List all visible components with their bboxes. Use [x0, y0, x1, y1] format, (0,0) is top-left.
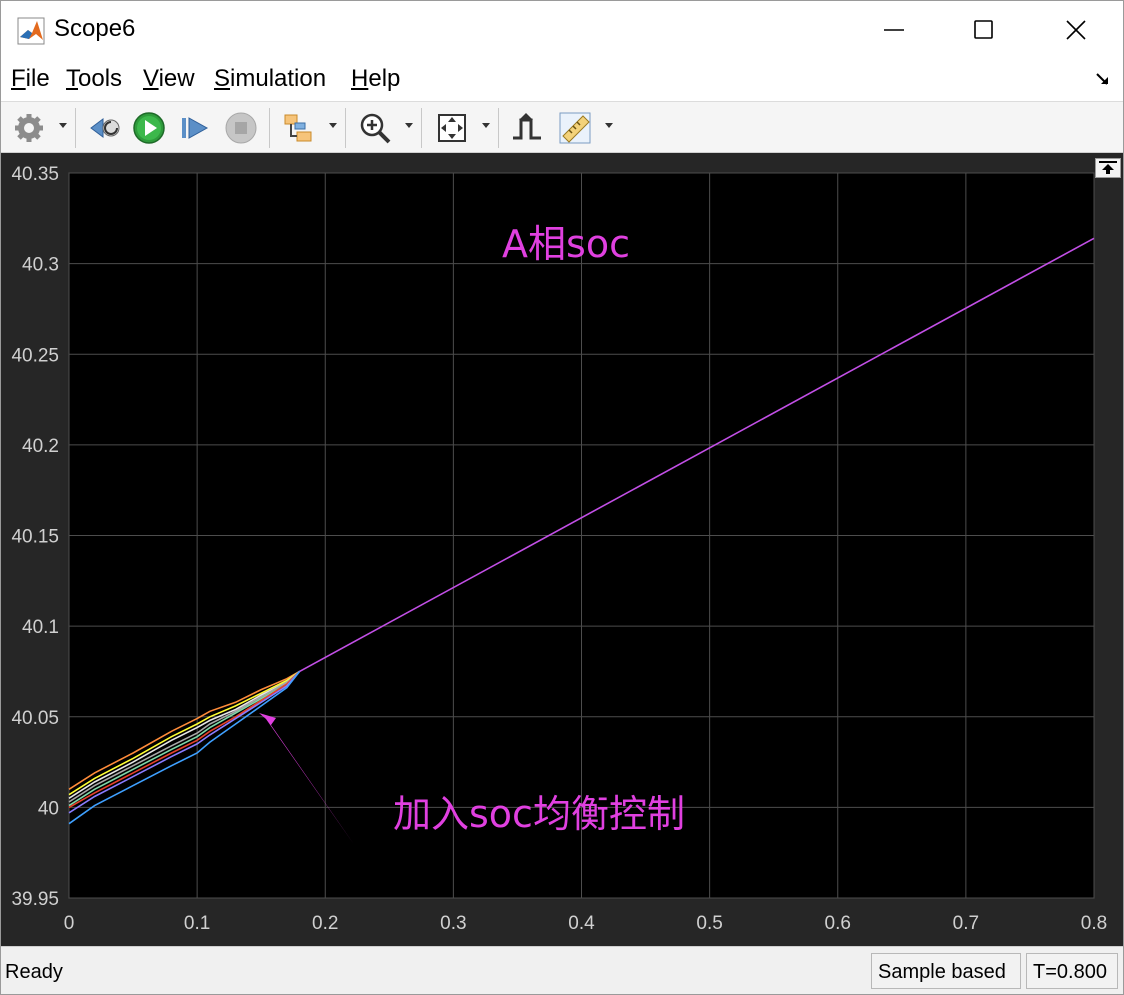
run-button[interactable]: [131, 110, 167, 146]
x-tick-label: 0.2: [312, 913, 338, 934]
step-forward-button[interactable]: [177, 110, 213, 146]
signal-tracing-icon: [284, 114, 312, 142]
x-tick-label: 0.4: [568, 913, 595, 934]
title-bar: Scope6: [1, 1, 1123, 59]
x-tick-label: 0.6: [825, 913, 851, 934]
y-tick-labels: 39.95 40 40.05 40.1 40.15 40.2 40.25 40.3 40.35: [11, 164, 59, 910]
status-text: Ready: [5, 961, 63, 983]
window-title: Scope6: [54, 15, 136, 42]
triggers-icon: [513, 113, 541, 140]
gear-icon: [15, 114, 43, 142]
step-forward-icon: [182, 117, 209, 139]
triggers-button[interactable]: [509, 110, 545, 146]
chevron-down-icon[interactable]: [328, 120, 338, 130]
chevron-down-icon[interactable]: [604, 120, 614, 130]
zoom-in-icon: [360, 113, 391, 144]
autoscale-icon: [438, 114, 466, 142]
x-tick-label: 0: [64, 913, 75, 934]
y-tick-label: 40: [38, 798, 59, 819]
undock-icon: [1099, 161, 1117, 174]
measurements-icon: [559, 112, 591, 144]
x-tick-label: 0.3: [440, 913, 466, 934]
run-icon: [133, 112, 165, 144]
annotation-callout: 加入soc均衡控制: [393, 792, 685, 836]
configuration-button[interactable]: [11, 110, 47, 146]
chevron-down-icon[interactable]: [481, 120, 491, 130]
y-tick-label: 39.95: [11, 889, 59, 910]
y-tick-label: 40.2: [22, 436, 59, 457]
menu-file[interactable]: File: [11, 65, 50, 93]
step-back-icon: [90, 118, 120, 138]
toolbar: [1, 101, 1123, 153]
y-tick-label: 40.25: [11, 345, 59, 366]
menu-help[interactable]: Help: [351, 65, 400, 93]
scope-display: 0 0.1 0.2 0.3 0.4 0.5 0.6 0.7 0.8 39.95 40 40.05 40…: [1, 153, 1123, 946]
minimize-button[interactable]: [849, 1, 939, 59]
signal-tracing-button[interactable]: [281, 110, 317, 146]
toolbar-separator: [498, 108, 499, 148]
y-tick-label: 40.05: [11, 708, 59, 729]
minimize-icon: [884, 29, 904, 31]
x-tick-label: 0.7: [953, 913, 979, 934]
menu-simulation[interactable]: Simulation: [214, 65, 326, 93]
toolbar-separator: [75, 108, 76, 148]
sim-time-indicator: T=0.800: [1026, 953, 1118, 989]
chevron-down-icon[interactable]: [58, 120, 68, 130]
dock-arrow-icon[interactable]: [1095, 71, 1111, 87]
close-icon: [1066, 20, 1086, 40]
autoscale-button[interactable]: [434, 110, 470, 146]
toolbar-separator: [345, 108, 346, 148]
measurements-button[interactable]: [557, 110, 593, 146]
y-tick-label: 40.3: [22, 255, 59, 276]
y-tick-label: 40.35: [11, 164, 59, 185]
matlab-logo-icon: [17, 17, 45, 45]
menu-tools[interactable]: Tools: [66, 65, 122, 93]
x-tick-labels: 0 0.1 0.2 0.3 0.4 0.5 0.6 0.7 0.8: [64, 913, 1108, 934]
close-button[interactable]: [1031, 1, 1121, 59]
x-tick-label: 0.5: [696, 913, 722, 934]
x-tick-label: 0.8: [1081, 913, 1107, 934]
maximize-icon: [974, 20, 993, 39]
menu-view[interactable]: View: [143, 65, 195, 93]
y-tick-label: 40.15: [11, 527, 59, 548]
maximize-button[interactable]: [939, 1, 1029, 59]
zoom-in-button[interactable]: [357, 110, 393, 146]
toolbar-separator: [269, 108, 270, 148]
status-bar: Ready Sample based T=0.800: [1, 946, 1123, 994]
step-back-button[interactable]: [87, 110, 123, 146]
toolbar-separator: [421, 108, 422, 148]
chevron-down-icon[interactable]: [404, 120, 414, 130]
scope-window: Scope6 File Tools View Simulation Help 0…: [0, 0, 1124, 995]
sample-mode-indicator: Sample based: [871, 953, 1021, 989]
stop-icon: [225, 112, 257, 144]
menu-bar: File Tools View Simulation Help: [1, 59, 1123, 101]
annotation-title: A相soc: [502, 222, 630, 266]
stop-button[interactable]: [223, 110, 259, 146]
y-tick-label: 40.1: [22, 617, 59, 638]
expand-toolstrip-button[interactable]: [1095, 158, 1121, 178]
x-tick-label: 0.1: [184, 913, 210, 934]
soc-line-chart: 0 0.1 0.2 0.3 0.4 0.5 0.6 0.7 0.8 39.95 40 40.05 40…: [11, 164, 1108, 934]
